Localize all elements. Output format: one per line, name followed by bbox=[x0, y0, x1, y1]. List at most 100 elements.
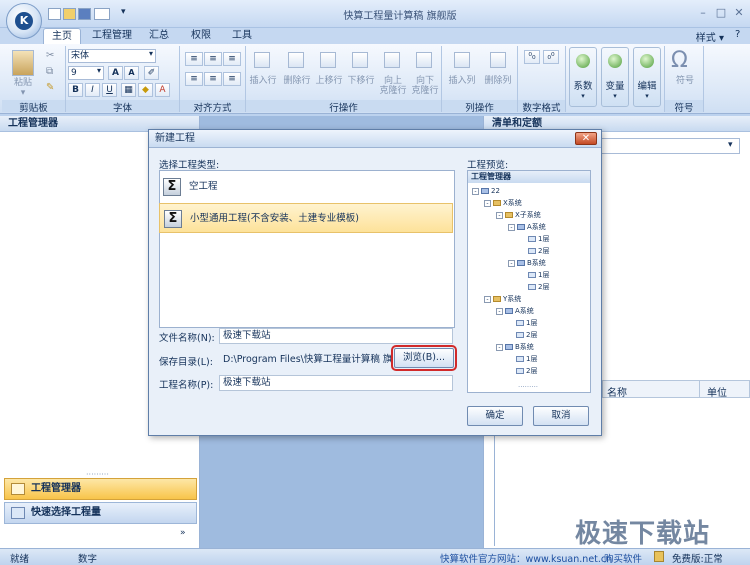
align-right-icon[interactable]: ≡ bbox=[223, 72, 241, 86]
tab-permission[interactable]: 权限 bbox=[183, 28, 219, 45]
nav-project-manager[interactable]: 工程管理器 bbox=[4, 478, 197, 500]
dialog-close-button[interactable]: ✕ bbox=[575, 132, 597, 145]
clear-format-icon[interactable]: ✐ bbox=[144, 66, 159, 80]
align-top-right-icon[interactable]: ≡ bbox=[223, 52, 241, 66]
help-icon[interactable]: ? bbox=[735, 29, 740, 40]
tree-node[interactable]: 2层 bbox=[528, 282, 549, 292]
number-format-group-label: 数字格式 bbox=[518, 100, 565, 114]
tree-node[interactable]: 1层 bbox=[516, 318, 537, 328]
minimize-button[interactable]: – bbox=[696, 6, 710, 20]
clone-row-up-label-1: 向上 bbox=[383, 76, 402, 86]
right-pane-combo[interactable] bbox=[594, 138, 740, 154]
insert-column-icon[interactable] bbox=[454, 52, 470, 68]
folder-icon bbox=[505, 212, 513, 218]
edit-button[interactable]: 编辑 ▾ bbox=[633, 47, 661, 107]
nav-quick-select[interactable]: 快速选择工程量 bbox=[4, 502, 197, 524]
coefficient-button[interactable]: 系数 ▾ bbox=[569, 47, 597, 107]
print-icon[interactable] bbox=[94, 8, 110, 20]
clone-row-up-label-2: 克隆行 bbox=[379, 86, 407, 96]
clipboard-group: 粘贴 ▾ ✂ ⧉ ✎ 剪贴板 bbox=[2, 46, 66, 114]
align-top-center-icon[interactable]: ≡ bbox=[204, 52, 222, 66]
format-painter-icon[interactable]: ✎ bbox=[46, 82, 54, 93]
project-manager-icon bbox=[11, 483, 25, 495]
official-site-link[interactable]: 快算软件官方网站：www.ksuan.net.cn bbox=[440, 551, 612, 565]
clone-row-up-icon[interactable] bbox=[384, 52, 400, 68]
tree-node[interactable]: 1层 bbox=[528, 234, 549, 244]
nav-more-icon[interactable]: » bbox=[180, 528, 186, 538]
project-name-input[interactable]: 极速下载站 bbox=[219, 375, 453, 391]
border-icon[interactable]: ▦ bbox=[121, 83, 136, 97]
fill-color-icon[interactable]: ◆ bbox=[138, 83, 153, 97]
move-row-up-icon[interactable] bbox=[320, 52, 336, 68]
align-center-icon[interactable]: ≡ bbox=[204, 72, 222, 86]
project-type-small-general[interactable]: Σ 小型通用工程(不含安装、土建专业模板) bbox=[159, 203, 453, 233]
font-size-dropdown-icon[interactable]: ▾ bbox=[97, 66, 101, 75]
tree-node[interactable]: - X子系统 bbox=[496, 210, 541, 220]
clone-row-down-icon[interactable] bbox=[416, 52, 432, 68]
project-type-empty[interactable]: Σ 空工程 bbox=[159, 172, 453, 202]
variable-button[interactable]: 变量 ▾ bbox=[601, 47, 629, 107]
delete-row-icon[interactable] bbox=[288, 52, 304, 68]
tree-node[interactable]: 2层 bbox=[528, 246, 549, 256]
style-menu[interactable]: 样式 ▾ bbox=[696, 29, 724, 44]
tab-tools[interactable]: 工具 bbox=[224, 28, 260, 45]
qat-dropdown-icon[interactable]: ▾ bbox=[121, 7, 126, 17]
copy-icon[interactable]: ⧉ bbox=[46, 66, 53, 77]
tree-node-root[interactable]: -22 bbox=[472, 186, 500, 196]
table-header: 名称 单位 bbox=[602, 380, 750, 399]
tree-node[interactable]: - B系统 bbox=[496, 342, 534, 352]
tab-home[interactable]: 主页 bbox=[43, 28, 81, 45]
italic-icon[interactable]: I bbox=[85, 83, 100, 97]
symbol-group: Ω 符号 符号 bbox=[664, 46, 704, 114]
paste-dropdown-icon[interactable]: ▾ bbox=[8, 88, 38, 98]
increase-decimal-icon[interactable]: ⁰₀ bbox=[524, 50, 540, 64]
buy-software-link[interactable]: 购买软件 bbox=[604, 551, 642, 565]
tree-node[interactable]: - B系统 bbox=[508, 258, 546, 268]
insert-row-icon[interactable] bbox=[254, 52, 270, 68]
cut-icon[interactable]: ✂ bbox=[46, 50, 54, 61]
decrease-decimal-icon[interactable]: ₀⁰ bbox=[543, 50, 559, 64]
tree-node[interactable]: 1层 bbox=[528, 270, 549, 280]
tree-node[interactable]: 2层 bbox=[516, 330, 537, 340]
save-icon[interactable] bbox=[78, 8, 91, 20]
floor-icon bbox=[516, 356, 524, 362]
bold-icon[interactable]: B bbox=[68, 83, 83, 97]
coefficient-icon bbox=[576, 54, 590, 68]
cancel-button[interactable]: 取消 bbox=[533, 406, 589, 426]
tree-node[interactable]: - A系统 bbox=[508, 222, 546, 232]
tab-project[interactable]: 工程管理 bbox=[84, 28, 140, 45]
underline-icon[interactable]: U bbox=[102, 83, 117, 97]
floor-icon bbox=[528, 248, 536, 254]
tree-node[interactable]: 2层 bbox=[516, 366, 537, 376]
open-folder-icon[interactable] bbox=[63, 8, 76, 20]
delete-column-icon[interactable] bbox=[490, 52, 506, 68]
paste-icon[interactable] bbox=[12, 50, 34, 76]
tree-node[interactable]: - X系统 bbox=[484, 198, 522, 208]
app-menu-button[interactable]: K bbox=[6, 3, 42, 39]
floor-icon bbox=[516, 332, 524, 338]
tree-node[interactable]: - A系统 bbox=[496, 306, 534, 316]
font-name-combo[interactable]: 宋体 bbox=[68, 49, 156, 63]
ok-button[interactable]: 确定 bbox=[467, 406, 523, 426]
close-button[interactable]: ✕ bbox=[732, 6, 746, 20]
align-top-left-icon[interactable]: ≡ bbox=[185, 52, 203, 66]
omega-icon[interactable]: Ω bbox=[671, 48, 688, 73]
move-row-down-icon[interactable] bbox=[352, 52, 368, 68]
tree-node[interactable]: - Y系统 bbox=[484, 294, 521, 304]
font-color-icon[interactable]: A bbox=[155, 83, 170, 97]
tree-node[interactable]: 1层 bbox=[516, 354, 537, 364]
tree-splitter-grip[interactable]: ········· bbox=[518, 383, 538, 391]
column-unit-header: 单位 bbox=[707, 388, 727, 399]
right-combo-dropdown-icon[interactable]: ▾ bbox=[728, 140, 733, 150]
browse-button[interactable]: 浏览(B)... bbox=[391, 345, 457, 371]
symbol-group-label: 符号 bbox=[665, 100, 703, 114]
tab-summary[interactable]: 汇总 bbox=[141, 28, 177, 45]
file-name-input[interactable]: 极速下载站 bbox=[219, 328, 453, 344]
maximize-button[interactable]: □ bbox=[714, 6, 728, 20]
align-left-icon[interactable]: ≡ bbox=[185, 72, 203, 86]
shrink-font-icon[interactable]: A bbox=[124, 66, 139, 80]
new-file-icon[interactable] bbox=[48, 8, 61, 20]
font-name-dropdown-icon[interactable]: ▾ bbox=[149, 49, 153, 58]
save-dir-input[interactable]: D:\Program Files\快算工程量计算稿 旗舰 bbox=[219, 352, 393, 368]
grow-font-icon[interactable]: A bbox=[108, 66, 123, 80]
